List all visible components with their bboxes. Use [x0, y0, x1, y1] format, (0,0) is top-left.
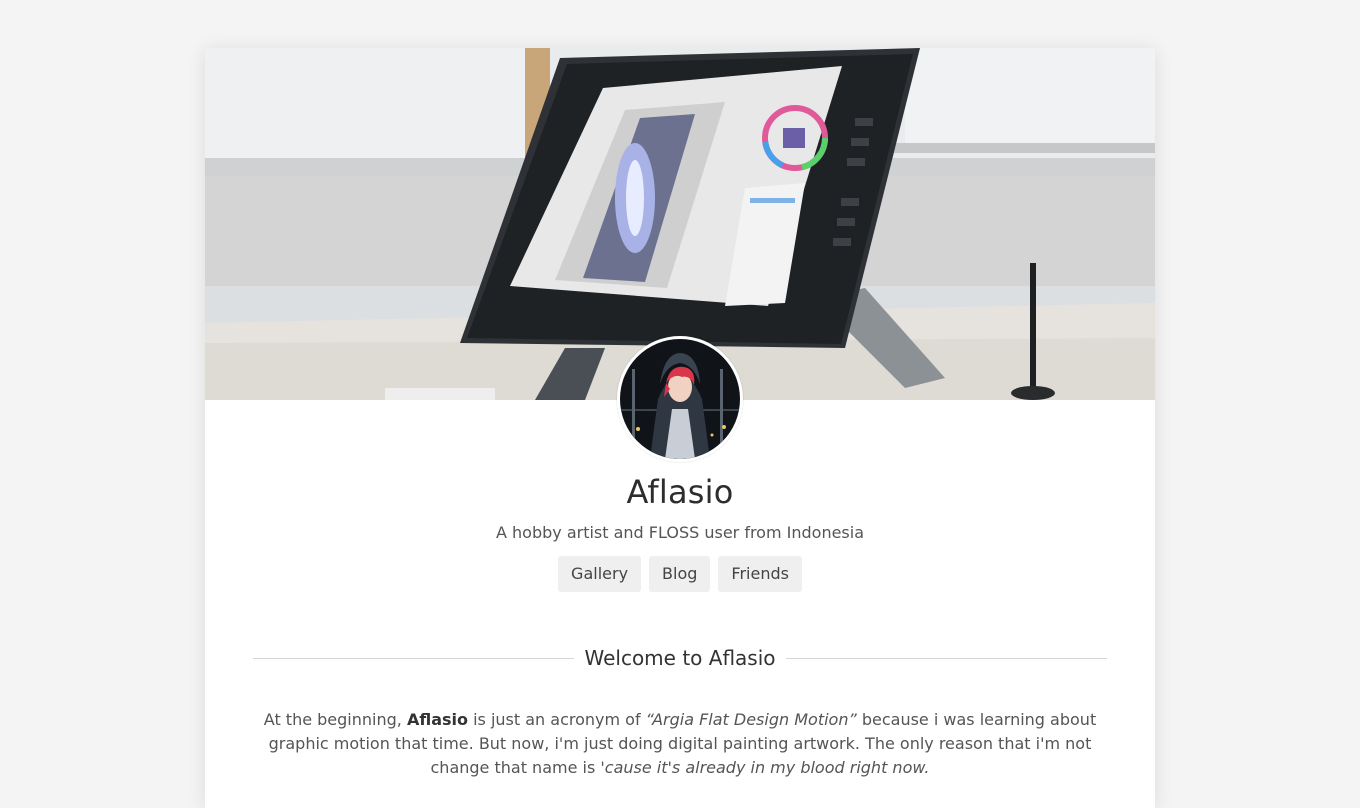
divider-left [253, 657, 575, 659]
welcome-heading: Welcome to Aflasio [253, 646, 1107, 670]
divider-right [785, 657, 1107, 659]
intro-quote: “Argia Flat Design Motion” [645, 710, 857, 729]
intro-name: Aflasio [406, 710, 468, 729]
intro-text-end: 'cause it's already in my blood right no… [600, 758, 930, 777]
profile-card: Aflasio A hobby artist and FLOSS user fr… [205, 48, 1155, 808]
profile-nav: Gallery Blog Friends [205, 556, 1155, 592]
nav-friends-button[interactable]: Friends [718, 556, 802, 592]
avatar[interactable] [617, 336, 743, 462]
profile-tagline: A hobby artist and FLOSS user from Indon… [495, 523, 865, 542]
welcome-title: Welcome to Aflasio [584, 646, 776, 670]
nav-gallery-button[interactable]: Gallery [558, 556, 642, 592]
nav-blog-button[interactable]: Blog [649, 556, 711, 592]
welcome-paragraph: At the beginning, Aflasio is just an acr… [253, 708, 1107, 780]
profile-name: Aflasio [626, 473, 734, 511]
avatar-illustration [620, 339, 740, 459]
intro-text-mid1: is just an acronym of [468, 710, 646, 729]
intro-text-start: At the beginning, [263, 710, 407, 729]
